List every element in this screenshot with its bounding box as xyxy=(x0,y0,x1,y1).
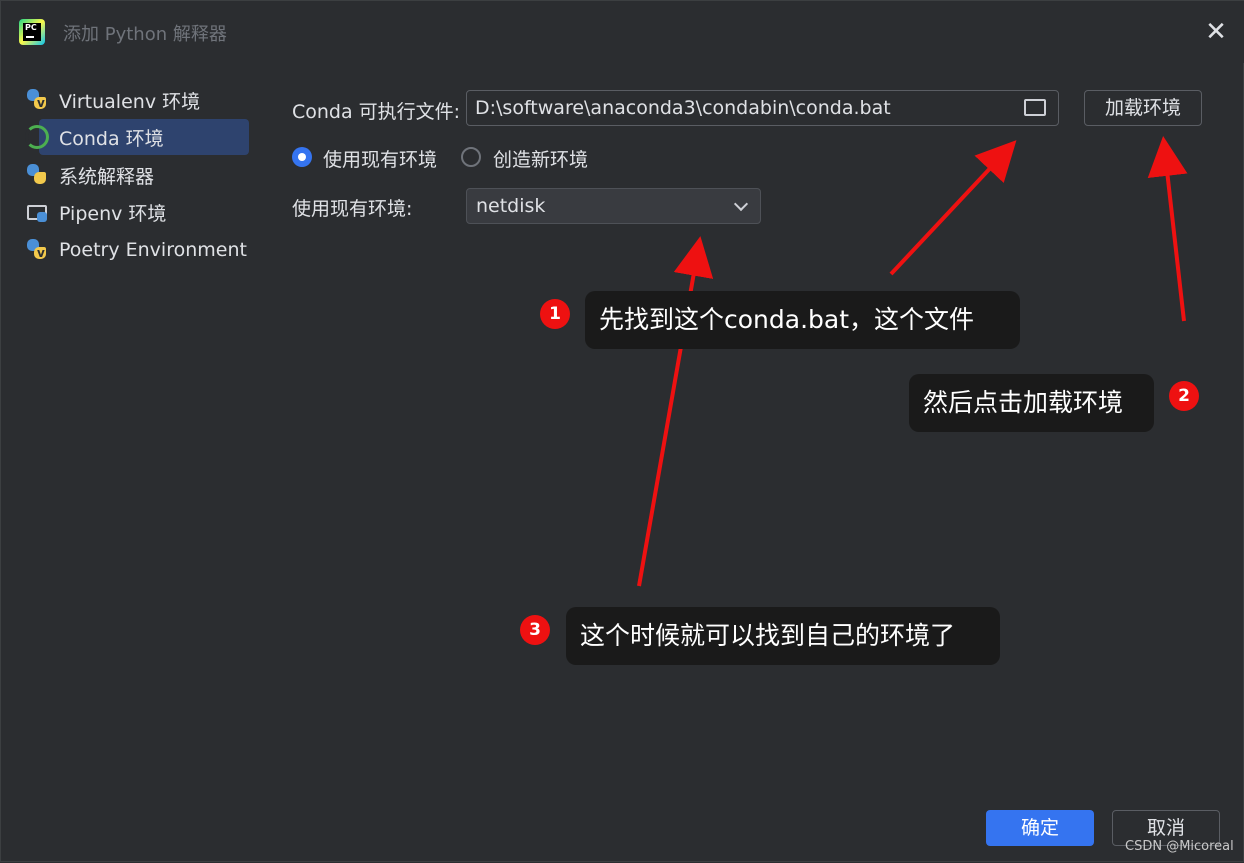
arrow-to-conda-path xyxy=(889,140,1017,276)
add-interpreter-dialog: PC 添加 Python 解释器 ✕ v Virtualenv 环境 Conda… xyxy=(0,0,1244,862)
annotation-callout-2: 然后点击加载环境 xyxy=(909,374,1154,432)
arrow-to-load-button xyxy=(1147,136,1188,322)
annotation-badge-2: 2 xyxy=(1169,381,1199,411)
annotation-callout-1: 先找到这个conda.bat，这个文件 xyxy=(585,291,1020,349)
ok-button[interactable]: 确定 xyxy=(986,810,1094,846)
annotation-badge-3: 3 xyxy=(520,615,550,645)
annotation-callout-3: 这个时候就可以找到自己的环境了 xyxy=(566,607,1000,665)
annotation-arrows xyxy=(637,136,1188,587)
watermark: CSDN @Micoreal xyxy=(1125,839,1234,854)
annotation-badge-1: 1 xyxy=(540,299,570,329)
